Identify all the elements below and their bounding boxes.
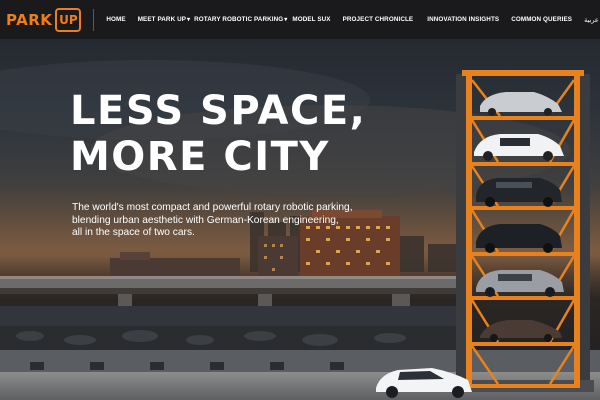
parked-car-6 [480,320,562,342]
subtext-line-3: all in the space of two cars. [72,227,195,238]
nav-item-rotary-robotic-parking[interactable]: ROTARY ROBOTIC PARKING ▾ [194,16,287,23]
nav-item-language-arabic[interactable]: عربية [584,16,599,24]
nav-item-meet-park-up[interactable]: MEET PARK UP ▾ [138,16,190,23]
hero-headline: LESS SPACE, MORE CITY [70,88,366,180]
nav-divider [93,8,95,31]
chevron-down-icon: ▾ [187,17,191,23]
nav-item-label: ROTARY ROBOTIC PARKING [194,16,284,23]
hero-section: LESS SPACE, MORE CITY The world's most c… [0,40,600,400]
nav-item-label: MEET PARK UP [137,16,187,23]
nav-item-label: INNOVATION INSIGHTS [427,16,500,23]
logo-wordmark: PARK [6,10,53,29]
logo-mark-text: UP [59,12,78,27]
park-up-logo[interactable]: PARK UP [6,0,82,40]
nav-item-label: HOME [106,16,126,23]
nav-item-label: MODEL SUX [292,16,331,23]
headline-line-2: MORE CITY [70,134,330,180]
chevron-down-icon: ▾ [284,17,288,23]
nav-item-project-chronicle[interactable]: PROJECT CHRONICLE [343,16,414,23]
logo-mark: UP [55,7,82,32]
nav-item-label: عربية [584,15,599,24]
headline-line-1: LESS SPACE, [70,88,367,134]
nav-item-innovation-insights[interactable]: INNOVATION INSIGHTS [427,16,499,23]
nav-menu: HOME MEET PARK UP ▾ ROTARY ROBOTIC PARKI… [102,0,598,40]
nav-item-label: COMMON QUERIES [511,16,573,23]
subtext-line-1: The world's most compact and powerful ro… [72,202,353,213]
subtext-line-2: blending urban aesthetic with German-Kor… [72,214,339,226]
nav-item-model-sux[interactable]: MODEL SUX [292,16,330,23]
nav-item-label: PROJECT CHRONICLE [342,16,414,23]
nav-item-common-queries[interactable]: COMMON QUERIES [511,16,572,23]
top-navbar: PARK UP HOME MEET PARK UP ▾ ROTARY ROBOT… [0,0,600,40]
parked-car-1 [480,92,562,116]
nav-item-home[interactable]: HOME [106,16,125,23]
hero-subtext: The world's most compact and powerful ro… [72,202,402,240]
